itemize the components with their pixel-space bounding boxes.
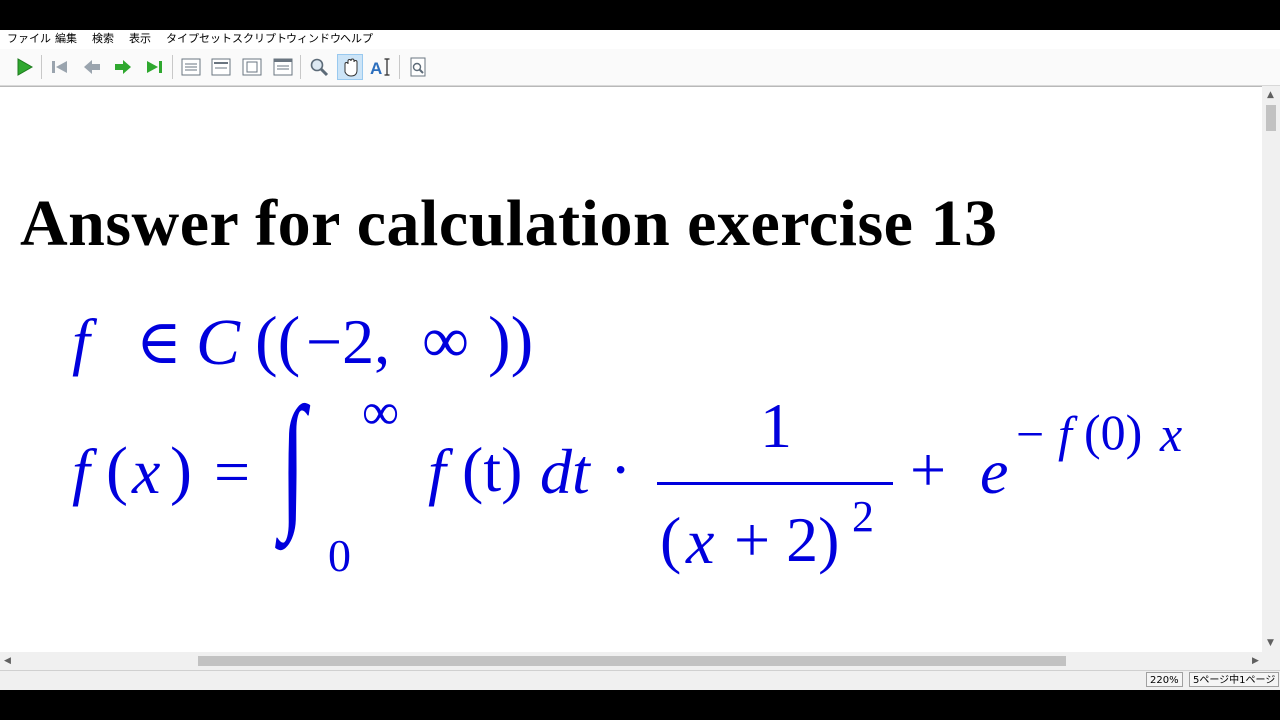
magnify-icon bbox=[310, 58, 329, 77]
magnify-button[interactable] bbox=[306, 54, 332, 80]
eq1-infinity: ∞ bbox=[422, 304, 470, 377]
fit-page-button[interactable] bbox=[239, 54, 265, 80]
eq1-close-parens: )) bbox=[488, 302, 534, 378]
app-window: ファイル 編集 検索 表示 タイプセット スクリプト ウィンドウ ヘルプ A A… bbox=[0, 30, 1280, 690]
eq2-lower-limit: 0 bbox=[328, 530, 351, 581]
eq2-left-paren: ( bbox=[106, 434, 128, 507]
eq1-open-parens: (( bbox=[255, 302, 301, 378]
eq2-den-plus-two: + 2) bbox=[734, 504, 840, 575]
fit-width-icon bbox=[211, 58, 231, 76]
vertical-scrollbar[interactable]: ▲ ▼ bbox=[1262, 86, 1280, 682]
text-select-button[interactable]: A bbox=[368, 54, 394, 80]
menu-edit[interactable]: 編集 bbox=[55, 32, 77, 46]
eq2-f: f bbox=[72, 436, 90, 507]
scroll-down-icon[interactable]: ▼ bbox=[1267, 638, 1274, 648]
next-page-button[interactable] bbox=[110, 54, 136, 80]
menu-window[interactable]: ウィンドウ bbox=[286, 32, 341, 46]
first-page-button[interactable] bbox=[47, 54, 73, 80]
menu-help[interactable]: ヘルプ bbox=[340, 32, 373, 46]
toolbar-separator bbox=[41, 55, 42, 79]
scroll-right-icon[interactable]: ▶ bbox=[1252, 656, 1259, 666]
zoom-level[interactable]: 220% bbox=[1146, 672, 1183, 687]
eq1-C: C bbox=[196, 306, 241, 379]
eq2-den-left-paren: ( bbox=[660, 504, 682, 575]
eq2-e: e bbox=[980, 436, 1009, 507]
next-page-icon bbox=[115, 60, 131, 74]
menu-typeset[interactable]: タイプセット bbox=[166, 32, 232, 46]
previous-page-button[interactable] bbox=[79, 54, 105, 80]
eq2-integrand-f: f bbox=[428, 436, 446, 507]
toolbar-separator bbox=[300, 55, 301, 79]
fit-window-button[interactable] bbox=[270, 54, 296, 80]
eq2-right-paren: ) bbox=[170, 434, 192, 507]
eq2-exp-x: x bbox=[1160, 406, 1183, 462]
text-select-icon: A bbox=[370, 58, 390, 78]
document-title: Answer for calculation exercise 13 bbox=[20, 187, 998, 260]
actual-size-icon bbox=[181, 58, 201, 76]
svg-text:A: A bbox=[370, 59, 382, 78]
last-page-button[interactable] bbox=[142, 54, 168, 80]
menu-bar: ファイル 編集 検索 表示 タイプセット スクリプト ウィンドウ ヘルプ bbox=[0, 30, 1280, 49]
horizontal-scrollbar[interactable]: ◀ ▶ bbox=[0, 652, 1262, 670]
eq2-fraction-bar bbox=[657, 482, 893, 485]
toolbar-separator bbox=[172, 55, 173, 79]
menu-file[interactable]: ファイル bbox=[7, 32, 51, 46]
eq1-f: f bbox=[72, 306, 90, 377]
menu-view[interactable]: 表示 bbox=[129, 32, 151, 46]
eq2-integrand-t: (t) bbox=[462, 434, 523, 505]
hand-tool-icon bbox=[344, 58, 358, 77]
pdf-view[interactable]: Answer for calculation exercise 13 f ∈ C… bbox=[0, 86, 1262, 683]
eq2-x: x bbox=[132, 436, 161, 507]
status-bar: 220% 5ページ中1ページ bbox=[0, 670, 1280, 690]
last-page-icon bbox=[147, 61, 162, 73]
first-page-icon bbox=[52, 61, 67, 73]
eq2-equals: = bbox=[214, 436, 251, 507]
vertical-scroll-thumb[interactable] bbox=[1266, 105, 1276, 131]
eq2-upper-limit: ∞ bbox=[362, 384, 400, 441]
eq2-integral-sign: ∫ bbox=[280, 377, 306, 543]
eq2-dt: dt bbox=[540, 436, 590, 507]
fit-width-button[interactable] bbox=[208, 54, 234, 80]
eq2-den-exponent: 2 bbox=[852, 492, 874, 541]
menu-script[interactable]: スクリプト bbox=[232, 32, 287, 46]
scroll-left-icon[interactable]: ◀ bbox=[4, 656, 11, 666]
previous-page-icon bbox=[84, 60, 100, 74]
eq2-exp-zero: (0) bbox=[1084, 404, 1143, 460]
menu-search[interactable]: 検索 bbox=[92, 32, 114, 46]
eq2-plus: + bbox=[910, 434, 947, 505]
eq2-exp-minus: − bbox=[1016, 406, 1045, 462]
toolbar: A bbox=[0, 49, 1280, 86]
typeset-button[interactable] bbox=[11, 54, 37, 80]
toolbar-separator bbox=[399, 55, 400, 79]
find-button[interactable] bbox=[405, 54, 431, 80]
actual-size-button[interactable] bbox=[178, 54, 204, 80]
horizontal-scroll-thumb[interactable] bbox=[198, 656, 1066, 666]
page-indicator: 5ページ中1ページ bbox=[1189, 672, 1280, 687]
eq2-den-x: x bbox=[686, 506, 715, 577]
eq2-exp-f: f bbox=[1058, 406, 1072, 462]
typeset-icon bbox=[17, 58, 34, 76]
scroll-up-icon[interactable]: ▲ bbox=[1267, 90, 1274, 100]
eq2-numerator: 1 bbox=[760, 390, 792, 461]
hand-tool-button[interactable] bbox=[337, 54, 363, 80]
fit-window-icon bbox=[273, 58, 293, 76]
eq1-element-of: ∈ bbox=[136, 309, 182, 377]
eq2-cdot: · bbox=[610, 434, 632, 505]
find-icon bbox=[410, 57, 426, 77]
fit-page-icon bbox=[242, 58, 262, 76]
eq1-minus-two: −2, bbox=[306, 306, 391, 377]
